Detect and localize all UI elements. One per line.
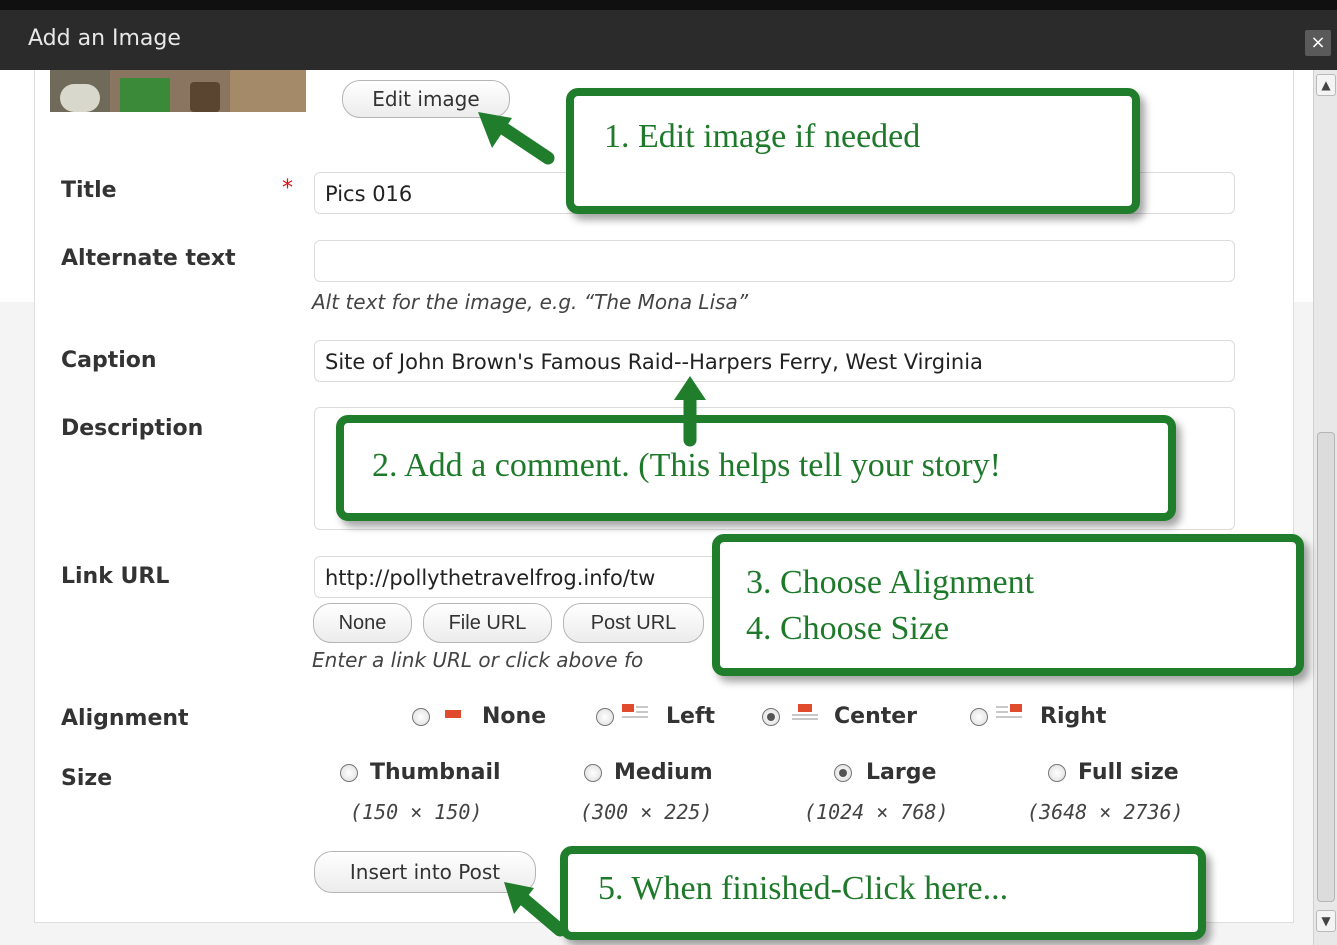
size-thumbnail-label: Thumbnail (370, 760, 501, 785)
size-medium-dims: (300 × 225) (580, 800, 713, 824)
title-label: Title (61, 178, 117, 203)
callout-description-text: 2. Add a comment. (This helps tell your … (372, 447, 1001, 484)
align-center-label: Center (834, 704, 918, 729)
align-none-radio[interactable] (412, 708, 430, 726)
size-thumbnail-radio[interactable] (340, 764, 358, 782)
alt-text-help: Alt text for the image, e.g. “The Mona L… (312, 290, 749, 314)
caption-input[interactable]: Site of John Brown's Famous Raid--Harper… (314, 340, 1235, 382)
scrollbar-thumb[interactable] (1317, 432, 1335, 902)
align-none-icon (440, 706, 466, 724)
align-right-radio[interactable] (970, 708, 988, 726)
align-center-icon (792, 704, 818, 722)
alignment-label: Alignment (61, 706, 189, 731)
size-large-radio[interactable] (834, 764, 852, 782)
size-label: Size (61, 766, 113, 791)
link-none-button[interactable]: None (313, 603, 412, 643)
callout-insert: 5. When finished-Click here... (560, 846, 1206, 940)
thumb-region (190, 82, 220, 112)
callout-size-text: 4. Choose Size (746, 610, 950, 647)
align-right-icon (996, 704, 1022, 722)
size-large-label: Large (866, 760, 937, 785)
callout-alignment-size: 3. Choose Alignment 4. Choose Size (712, 534, 1304, 676)
link-url-help: Enter a link URL or click above fo (312, 648, 644, 672)
size-medium-label: Medium (614, 760, 713, 785)
callout-insert-text: 5. When finished-Click here... (598, 870, 1009, 907)
add-image-dialog: Add an Image × Edit image Title * Pics 0… (0, 0, 1337, 945)
align-right-label: Right (1040, 704, 1107, 729)
callout-description: 2. Add a comment. (This helps tell your … (336, 415, 1176, 521)
callout-edit-image: 1. Edit image if needed (566, 88, 1140, 214)
required-asterisk: * (282, 176, 293, 201)
alt-text-input[interactable] (314, 240, 1235, 282)
scrollbar[interactable]: ▲ ▼ (1313, 70, 1337, 945)
size-medium-radio[interactable] (584, 764, 602, 782)
link-url-label: Link URL (61, 564, 170, 589)
dialog-title: Add an Image (28, 26, 181, 51)
dialog-titlebar: Add an Image × (0, 10, 1337, 70)
size-full-dims: (3648 × 2736) (1027, 800, 1184, 824)
scroll-up-icon[interactable]: ▲ (1316, 74, 1336, 96)
thumb-region (120, 78, 170, 112)
top-strip (0, 0, 1337, 10)
post-url-button[interactable]: Post URL (563, 603, 704, 643)
callout-alignment-text: 3. Choose Alignment (746, 564, 1035, 601)
align-left-icon (622, 704, 648, 722)
size-full-radio[interactable] (1048, 764, 1066, 782)
close-icon[interactable]: × (1305, 30, 1331, 56)
insert-into-post-button[interactable]: Insert into Post (314, 851, 536, 893)
align-left-label: Left (666, 704, 716, 729)
image-thumbnail (50, 70, 306, 112)
size-full-label: Full size (1078, 760, 1179, 785)
thumb-region (60, 84, 100, 112)
size-large-dims: (1024 × 768) (804, 800, 949, 824)
edit-image-button[interactable]: Edit image (342, 80, 510, 118)
align-left-radio[interactable] (596, 708, 614, 726)
size-thumbnail-dims: (150 × 150) (350, 800, 483, 824)
scroll-down-icon[interactable]: ▼ (1316, 910, 1336, 932)
description-label: Description (61, 416, 204, 441)
thumb-region (230, 70, 306, 112)
alt-text-label: Alternate text (61, 246, 236, 271)
align-none-label: None (482, 704, 547, 729)
callout-edit-image-text: 1. Edit image if needed (604, 118, 921, 155)
caption-label: Caption (61, 348, 157, 373)
align-center-radio[interactable] (762, 708, 780, 726)
file-url-button[interactable]: File URL (423, 603, 552, 643)
